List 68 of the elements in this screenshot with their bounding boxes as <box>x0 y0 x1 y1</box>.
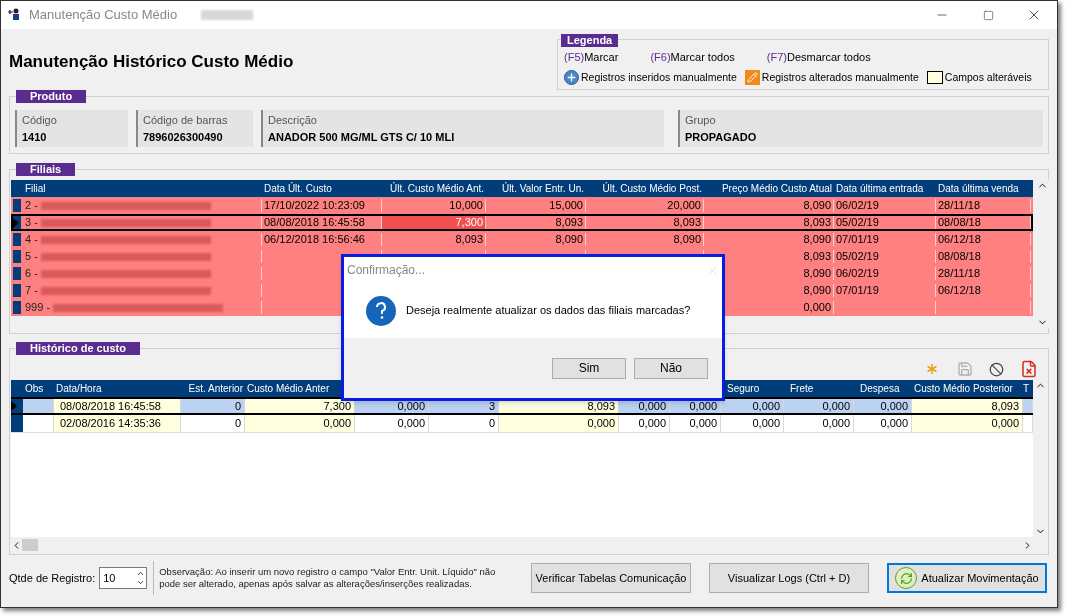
shortcut-hint: (F7)Desmarcar todos <box>766 50 871 65</box>
table-cell: 28/11/18 <box>936 267 1031 280</box>
table-cell-text: 999 - <box>25 300 51 316</box>
table-cell: 0,000 <box>721 399 784 413</box>
table-cell: 08/08/2018 16:45:58 <box>54 399 181 413</box>
group-title: Legenda <box>561 34 619 47</box>
table-cell: 7,300 <box>245 399 355 413</box>
field-label: Descrição <box>268 113 318 128</box>
shortcut-hint: (F6)Marcar todos <box>650 50 735 65</box>
table-cell: 20,000 <box>586 199 704 212</box>
table-cell: 28/11/18 <box>936 199 1031 212</box>
table-cell: 8,090 <box>704 199 834 212</box>
table-cell: 8,093 <box>912 399 1023 413</box>
legend-label: Registros alterados manualmente <box>761 69 919 85</box>
dialog-message: Deseja realmente atualizar os dados das filiais marcadas? <box>406 303 691 319</box>
field-value: 7896026300490 <box>143 129 224 145</box>
table-cell: 0,000 <box>499 415 619 432</box>
table-cell: 17/10/2022 10:23:09 <box>262 199 382 212</box>
table-cell: 0,000 <box>245 415 355 432</box>
table-cell: 05/02/19 <box>834 216 936 229</box>
table-cell: 06/02/19 <box>834 267 936 280</box>
table-cell: 8,093 <box>586 216 704 229</box>
table-cell: 8,090 <box>486 233 586 246</box>
table-cell: 8,090 <box>704 233 834 246</box>
table-cell: 0,000 <box>784 399 854 413</box>
field-value: PROPAGADO <box>685 129 758 145</box>
table-cell: 06/02/19 <box>834 199 936 212</box>
group-title: Filiais <box>16 163 76 176</box>
table-cell-text: 7 - <box>25 283 38 299</box>
table-cell: 08/08/18 <box>936 216 1031 229</box>
field-label: Código <box>22 113 58 128</box>
table-cell: 07/01/19 <box>834 284 936 297</box>
table-cell: 8,093 <box>486 216 586 229</box>
table-cell-text: 6 - <box>25 266 38 282</box>
group-title: Histórico de custo <box>16 342 140 355</box>
table-cell: 7,300 <box>382 216 486 229</box>
table-cell: 06/12/18 <box>936 284 1031 297</box>
table-cell: 8,090 <box>586 233 704 246</box>
legend-label: Registros inseridos manualmente <box>581 69 737 85</box>
table-cell: 08/08/18 <box>936 250 1031 263</box>
table-cell: 10,000 <box>382 199 486 212</box>
shortcut-hint: (F5)Marcar <box>564 50 619 65</box>
table-cell: 06/12/2018 16:56:46 <box>262 233 382 246</box>
table-cell: 0,000 <box>912 415 1023 432</box>
table-cell: 0,000 <box>854 399 912 413</box>
table-cell: 05/02/19 <box>834 250 936 263</box>
table-cell: 0 <box>181 399 245 413</box>
table-cell-text: 5 - <box>25 249 38 265</box>
table-cell: 8,093 <box>382 233 486 246</box>
table-cell-text: 4 - <box>25 232 38 248</box>
table-cell: 02/08/2016 14:35:36 <box>54 415 181 432</box>
table-cell-text: 3 - <box>25 215 38 231</box>
field-label: Código de barras <box>143 113 229 128</box>
table-cell: 15,000 <box>486 199 586 212</box>
qtde-label: Qtde de Registro: <box>9 570 96 586</box>
legend-label: Campos alteráveis <box>944 69 1032 85</box>
table-cell: 06/12/18 <box>936 233 1031 246</box>
group-title: Produto <box>16 90 87 103</box>
table-cell-text: 2 - <box>25 198 38 214</box>
window-title: Manutenção Custo Médio <box>29 6 178 25</box>
page-heading: Manutenção Histórico Custo Médio <box>9 51 294 73</box>
table-cell: 07/01/19 <box>834 233 936 246</box>
table-cell: 8,093 <box>704 216 834 229</box>
dialog-title: Confirmação... <box>347 262 426 279</box>
field-value: ANADOR 500 MG/ML GTS C/ 10 MLI <box>268 129 456 145</box>
observation-note: Observação: Ao inserir um novo registro o campo "Valor Entr. Unit. Líquido" não pode ser alterado, apenas após salvar as alterações/inserções realizadas. <box>159 566 497 590</box>
field-value: 1410 <box>22 129 48 145</box>
field-label: Grupo <box>685 113 717 128</box>
